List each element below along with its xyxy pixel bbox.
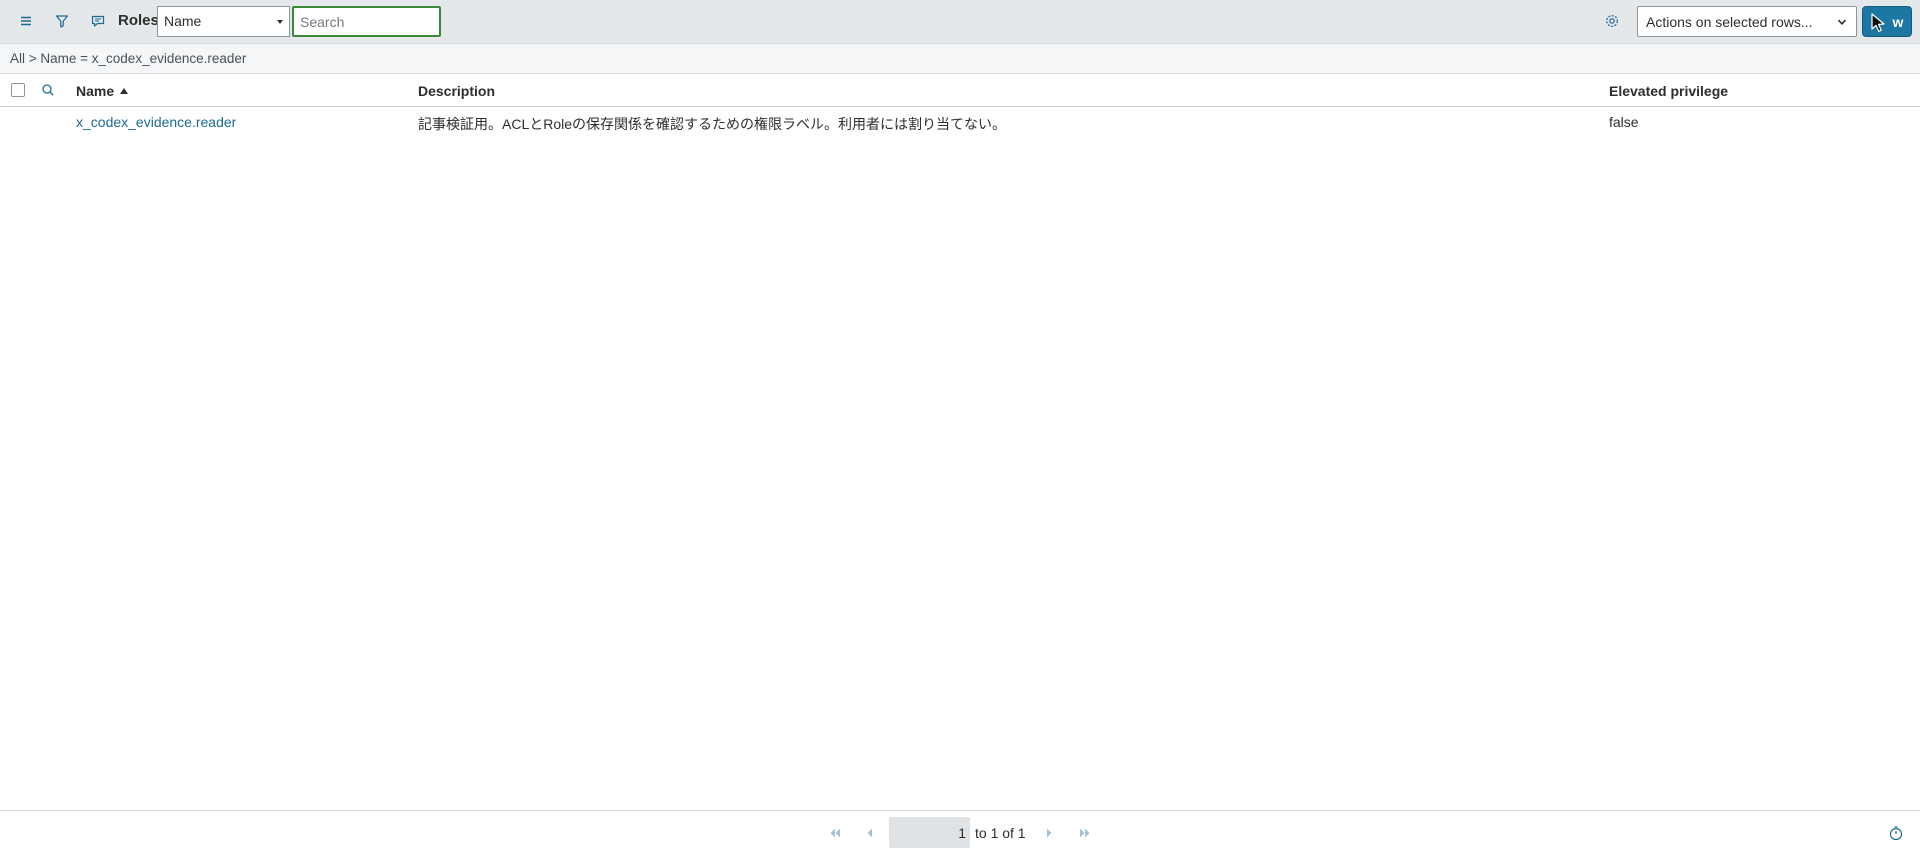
- row-description: 記事検証用。ACLとRoleの保存関係を確認するための権限ラベル。利用者には割り…: [418, 116, 1007, 132]
- actions-on-selected-rows-select[interactable]: Actions on selected rows...: [1637, 6, 1857, 37]
- breadcrumb-bar: All > Name = x_codex_evidence.reader: [0, 44, 1920, 74]
- column-header-name[interactable]: Name: [76, 83, 129, 99]
- chat-icon[interactable]: [87, 10, 109, 32]
- list-title: Roles: [118, 12, 159, 29]
- caret-down-icon: [277, 20, 283, 24]
- gear-icon[interactable]: [1601, 10, 1623, 32]
- row-name-link[interactable]: x_codex_evidence.reader: [76, 114, 236, 130]
- search-field-select-value: Name: [164, 13, 202, 29]
- search-field-select[interactable]: Name: [157, 6, 290, 37]
- chevron-down-icon: [1837, 19, 1847, 25]
- last-page-icon[interactable]: [1077, 826, 1093, 840]
- list-toolbar: Roles Name Actions on selected rows... w: [0, 0, 1920, 44]
- column-header-description[interactable]: Description: [418, 83, 495, 99]
- search-icon[interactable]: [41, 83, 55, 97]
- mouse-cursor-icon: [1871, 13, 1885, 32]
- page-number-input[interactable]: [889, 817, 970, 848]
- menu-icon[interactable]: [15, 10, 37, 32]
- column-header-elevated-privilege[interactable]: Elevated privilege: [1609, 83, 1728, 99]
- column-header-name-label: Name: [76, 83, 115, 99]
- pagination-bar: to 1 of 1: [0, 810, 1920, 855]
- sort-ascending-icon: [120, 88, 129, 94]
- row-elevated-privilege: false: [1609, 114, 1639, 130]
- breadcrumb[interactable]: All > Name = x_codex_evidence.reader: [10, 51, 246, 66]
- table-header: Name Description Elevated privilege: [0, 74, 1920, 107]
- pagination-summary: to 1 of 1: [975, 825, 1026, 841]
- search-input[interactable]: [292, 6, 441, 37]
- filter-icon[interactable]: [51, 10, 73, 32]
- table-row: x_codex_evidence.reader 記事検証用。ACLとRoleの保…: [0, 107, 1920, 137]
- actions-select-value: Actions on selected rows...: [1646, 14, 1813, 30]
- timer-icon[interactable]: [1888, 825, 1904, 841]
- previous-page-icon[interactable]: [862, 826, 878, 840]
- select-all-checkbox[interactable]: [11, 83, 25, 97]
- first-page-icon[interactable]: [827, 826, 843, 840]
- next-page-icon[interactable]: [1041, 826, 1057, 840]
